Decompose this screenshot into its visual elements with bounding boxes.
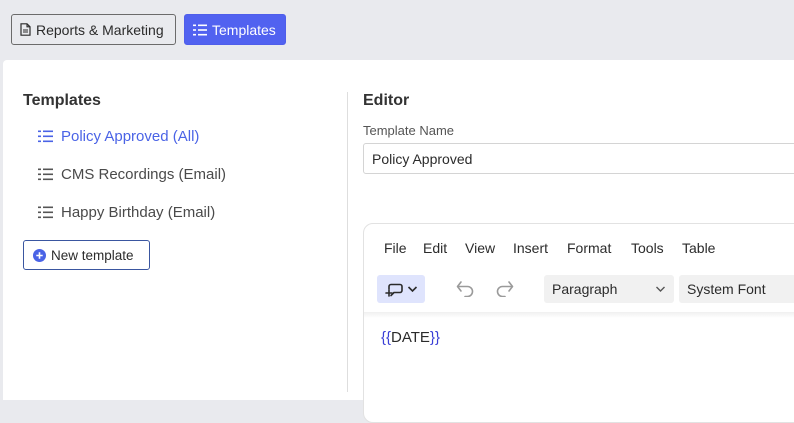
insert-template-icon: [384, 280, 405, 298]
block-format-select[interactable]: Paragraph: [544, 275, 674, 303]
new-template-button[interactable]: New template: [23, 240, 150, 270]
main-panel: Templates Policy Approved (All) CMS Reco…: [3, 60, 794, 423]
template-token: DATE: [391, 329, 430, 346]
template-item-label: Policy Approved (All): [61, 128, 200, 145]
block-format-value: Paragraph: [552, 281, 618, 297]
chevron-down-icon: [407, 285, 418, 293]
list-icon: [193, 24, 207, 36]
chevron-down-icon: [655, 285, 666, 293]
template-name-label: Template Name: [363, 123, 455, 138]
list-icon: [38, 168, 53, 181]
new-template-label: New template: [51, 247, 134, 263]
redo-icon[interactable]: [494, 279, 514, 297]
editor-heading: Editor: [363, 92, 410, 109]
toolbar-divider: [364, 312, 794, 318]
template-open-brace: {{: [381, 329, 392, 346]
list-icon: [38, 130, 53, 143]
template-close-brace: }}: [429, 329, 440, 346]
template-item-label: Happy Birthday (Email): [61, 204, 216, 221]
font-family-value: System Font: [687, 281, 766, 297]
menu-tools[interactable]: Tools: [631, 240, 664, 256]
font-family-select[interactable]: System Font: [679, 275, 794, 303]
menu-format[interactable]: Format: [567, 240, 611, 256]
menu-insert[interactable]: Insert: [513, 240, 548, 256]
templates-nav-button[interactable]: Templates: [184, 14, 286, 45]
template-item-label: CMS Recordings (Email): [61, 166, 227, 183]
panel-divider: [347, 92, 348, 392]
templates-heading: Templates: [23, 92, 101, 109]
template-item-happy-birthday[interactable]: Happy Birthday (Email): [38, 204, 215, 221]
plus-circle-icon: [33, 248, 46, 262]
reports-marketing-button[interactable]: Reports & Marketing: [11, 14, 176, 45]
insert-template-button[interactable]: [377, 275, 425, 303]
template-name-input[interactable]: [363, 143, 794, 174]
template-item-cms-recordings[interactable]: CMS Recordings (Email): [38, 166, 226, 183]
template-item-policy-approved[interactable]: Policy Approved (All): [38, 128, 199, 145]
document-icon: [20, 23, 31, 36]
top-nav: Reports & Marketing Templates: [0, 0, 794, 60]
rich-text-editor: File Edit View Insert Format Tools Table: [363, 223, 794, 423]
editor-toolbar: Paragraph System Font: [364, 274, 794, 306]
list-icon: [38, 206, 53, 219]
reports-marketing-label: Reports & Marketing: [36, 21, 164, 38]
undo-icon[interactable]: [456, 279, 476, 297]
editor-content[interactable]: {{DATE}}: [381, 329, 440, 346]
menu-file[interactable]: File: [384, 240, 407, 256]
menu-table[interactable]: Table: [682, 240, 715, 256]
templates-nav-label: Templates: [212, 21, 276, 38]
menu-view[interactable]: View: [465, 240, 495, 256]
menu-edit[interactable]: Edit: [423, 240, 447, 256]
